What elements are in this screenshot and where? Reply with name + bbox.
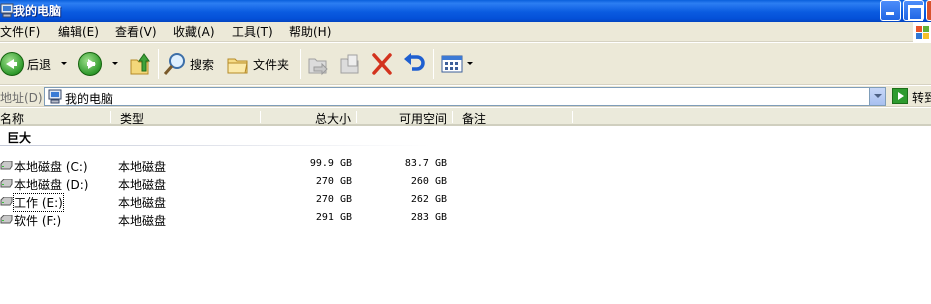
toolbar-separator <box>433 49 434 79</box>
column-header-free-space[interactable]: 可用空间 <box>399 110 447 127</box>
address-bar: 地址(D) 我的电脑 转到 <box>0 86 931 107</box>
forward-arrow-icon <box>78 52 102 76</box>
views-icon <box>441 55 463 73</box>
forward-dropdown-icon[interactable] <box>112 62 118 65</box>
column-header-total-size[interactable]: 总大小 <box>315 110 351 127</box>
search-label: 搜索 <box>190 58 215 72</box>
copy-to-icon <box>340 54 359 74</box>
go-button[interactable]: 转到 <box>912 89 931 106</box>
group-header: 巨大 <box>7 131 32 145</box>
toolbar-separator <box>300 49 301 79</box>
drive-name: 本地磁盘 (D:) <box>14 178 89 192</box>
address-label: 地址(D) <box>0 91 43 105</box>
title-bar: 我的电脑 <box>0 0 931 22</box>
column-divider[interactable] <box>260 111 261 123</box>
hard-drive-icon <box>0 179 13 188</box>
drive-free-space: 260 GB <box>410 176 447 187</box>
menu-tools[interactable]: 工具(T) <box>232 25 273 39</box>
toolbar: 后退 搜索 文件夹 <box>0 43 931 85</box>
back-label: 后退 <box>27 58 52 72</box>
drive-total-size: 291 GB <box>315 212 352 223</box>
undo-icon <box>404 53 425 71</box>
folders-label: 文件夹 <box>253 58 290 72</box>
drive-type: 本地磁盘 <box>118 160 167 174</box>
back-arrow-icon <box>0 52 24 76</box>
drive-name: 软件 (F:) <box>14 214 62 228</box>
close-button[interactable] <box>926 0 931 21</box>
window-title: 我的电脑 <box>13 4 62 18</box>
search-button[interactable]: 搜索 <box>163 51 221 77</box>
back-button[interactable]: 后退 <box>0 51 70 77</box>
delete-button[interactable] <box>370 51 396 77</box>
drive-total-size: 99.9 GB <box>309 158 352 169</box>
windows-logo-icon <box>913 22 931 42</box>
menu-view[interactable]: 查看(V) <box>115 25 157 39</box>
copy-to-button[interactable] <box>338 51 364 77</box>
toolbar-separator <box>158 49 159 79</box>
column-divider[interactable] <box>356 111 357 123</box>
menu-file[interactable]: 文件(F) <box>0 25 40 39</box>
drive-total-size: 270 GB <box>315 176 352 187</box>
minimize-button[interactable] <box>880 0 901 21</box>
forward-button[interactable] <box>78 51 120 77</box>
column-divider[interactable] <box>110 111 111 123</box>
drive-row-c[interactable]: 本地磁盘 (C:) 本地磁盘 99.9 GB 83.7 GB <box>0 157 460 175</box>
delete-icon <box>372 53 392 75</box>
column-divider[interactable] <box>572 111 573 123</box>
move-to-icon <box>308 58 328 76</box>
drive-row-e[interactable]: 工作 (E:) 本地磁盘 270 GB 262 GB <box>0 193 460 212</box>
my-computer-icon <box>0 3 14 18</box>
menu-edit[interactable]: 编辑(E) <box>58 25 99 39</box>
undo-button[interactable] <box>402 51 428 77</box>
address-input[interactable]: 我的电脑 <box>44 87 886 106</box>
drive-type: 本地磁盘 <box>118 196 167 210</box>
address-value: 我的电脑 <box>65 92 114 106</box>
menu-bar: 文件(F) 编辑(E) 查看(V) 收藏(A) 工具(T) 帮助(H) <box>0 22 931 42</box>
my-computer-icon <box>48 89 62 104</box>
folder-icon <box>227 58 248 74</box>
move-to-button[interactable] <box>306 51 332 77</box>
drive-row-f[interactable]: 软件 (F:) 本地磁盘 291 GB 283 GB <box>0 211 460 229</box>
go-arrow-icon[interactable] <box>892 88 908 104</box>
group-divider <box>0 145 430 146</box>
up-folder-icon <box>130 53 150 75</box>
maximize-button[interactable] <box>903 0 924 21</box>
menu-help[interactable]: 帮助(H) <box>289 25 331 39</box>
up-folder-button[interactable] <box>128 51 154 77</box>
hard-drive-icon <box>0 197 13 206</box>
search-icon <box>163 53 185 75</box>
column-header-type[interactable]: 类型 <box>120 110 144 127</box>
drive-total-size: 270 GB <box>315 194 352 205</box>
column-header-row: 名称 类型 总大小 可用空间 备注 <box>0 108 931 126</box>
drive-type: 本地磁盘 <box>118 214 167 228</box>
folders-button[interactable]: 文件夹 <box>226 51 296 77</box>
back-dropdown-icon[interactable] <box>61 62 67 65</box>
drive-name: 本地磁盘 (C:) <box>14 160 88 174</box>
views-dropdown-icon[interactable] <box>467 62 473 65</box>
column-header-name[interactable]: 名称 <box>0 110 24 127</box>
drive-free-space: 262 GB <box>410 194 447 205</box>
drive-row-d[interactable]: 本地磁盘 (D:) 本地磁盘 270 GB 260 GB <box>0 175 460 193</box>
hard-drive-icon <box>0 215 13 224</box>
hard-drive-icon <box>0 161 13 170</box>
menu-favorites[interactable]: 收藏(A) <box>173 25 215 39</box>
drive-free-space: 83.7 GB <box>404 158 447 169</box>
column-divider[interactable] <box>452 111 453 123</box>
column-header-comment[interactable]: 备注 <box>462 110 486 127</box>
drive-free-space: 283 GB <box>410 212 447 223</box>
views-button[interactable] <box>440 51 474 77</box>
drive-name: 工作 (E:) <box>13 193 64 212</box>
drive-type: 本地磁盘 <box>118 178 167 192</box>
address-dropdown-button[interactable] <box>869 88 885 105</box>
